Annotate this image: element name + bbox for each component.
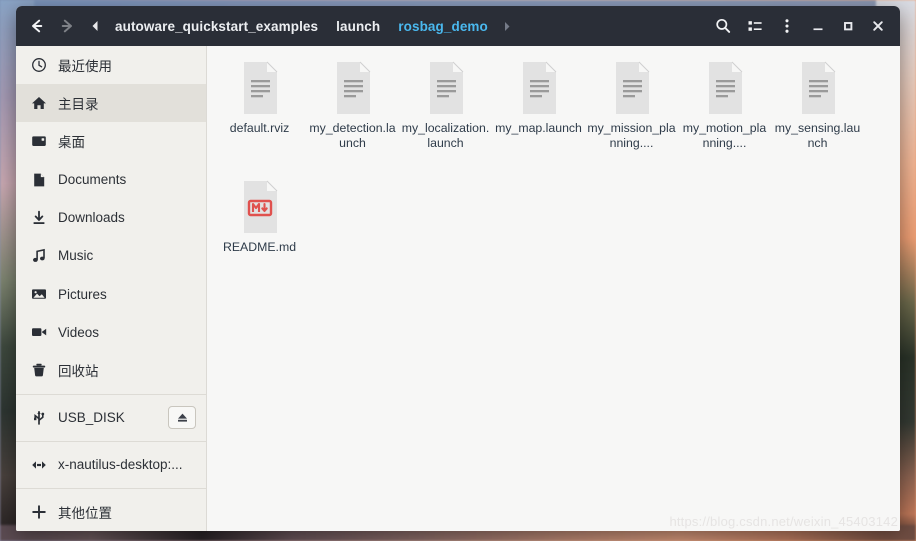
sidebar-divider bbox=[16, 393, 206, 395]
file-item[interactable]: my_detection.launch bbox=[306, 54, 399, 159]
sidebar-item-documents[interactable]: Documents bbox=[16, 161, 206, 199]
file-name-label: my_mission_planning.... bbox=[587, 121, 676, 150]
forward-arrow-icon bbox=[61, 19, 72, 33]
document-icon bbox=[30, 172, 47, 188]
desktop-icon bbox=[30, 133, 47, 149]
breadcrumb-item-2[interactable]: rosbag_demo bbox=[389, 15, 497, 38]
trash-icon bbox=[30, 362, 47, 378]
sidebar-item-label: Pictures bbox=[58, 286, 107, 302]
file-item[interactable]: my_mission_planning.... bbox=[585, 54, 678, 159]
breadcrumb-item-0[interactable]: autoware_quickstart_examples bbox=[106, 15, 327, 38]
file-item[interactable]: my_motion_planning.... bbox=[678, 54, 771, 159]
text-file-icon bbox=[329, 60, 377, 116]
sidebar-item-label: 桌面 bbox=[58, 135, 85, 151]
file-manager-window: autoware_quickstart_examples launch rosb… bbox=[16, 6, 900, 531]
sidebar-divider bbox=[16, 440, 206, 442]
watermark-text: https://blog.csdn.net/weixin_45403142 bbox=[669, 514, 898, 529]
sidebar-item-desktop[interactable]: 桌面 bbox=[16, 122, 206, 160]
breadcrumb: autoware_quickstart_examples launch rosb… bbox=[84, 15, 708, 38]
window-body: 最近使用 主目录 桌面 Documents Downloads Music Pi… bbox=[16, 46, 900, 531]
places-sidebar: 最近使用 主目录 桌面 Documents Downloads Music Pi… bbox=[16, 46, 207, 531]
music-note-icon bbox=[30, 248, 47, 264]
header-actions bbox=[708, 11, 892, 41]
usb-icon bbox=[30, 410, 47, 426]
kebab-menu-icon bbox=[785, 19, 789, 33]
breadcrumb-scroll-left[interactable] bbox=[84, 20, 106, 32]
file-name-label: my_detection.launch bbox=[309, 121, 396, 150]
sidebar-item-label: Downloads bbox=[58, 210, 125, 226]
close-button[interactable] bbox=[864, 12, 892, 40]
eject-button[interactable] bbox=[168, 406, 196, 430]
text-file-icon bbox=[701, 60, 749, 116]
minimize-button[interactable] bbox=[804, 12, 832, 40]
file-item[interactable]: default.rviz bbox=[213, 54, 306, 159]
file-grid: default.rviz my_detection.launch my_loca… bbox=[207, 46, 900, 263]
sidebar-item-music[interactable]: Music bbox=[16, 237, 206, 275]
sidebar-item-label: Music bbox=[58, 248, 94, 264]
sidebar-item-pictures[interactable]: Pictures bbox=[16, 275, 206, 313]
file-name-label: my_localization.launch bbox=[401, 121, 490, 150]
header-bar: autoware_quickstart_examples launch rosb… bbox=[16, 6, 900, 46]
file-item[interactable] bbox=[213, 159, 894, 173]
sidebar-item-nautilus-desktop[interactable]: x-nautilus-desktop:... bbox=[16, 446, 206, 484]
sidebar-item-label: 其他位置 bbox=[58, 505, 112, 521]
file-list-view[interactable]: default.rviz my_detection.launch my_loca… bbox=[207, 46, 900, 531]
back-button[interactable] bbox=[22, 11, 52, 41]
view-options-button[interactable] bbox=[740, 11, 770, 41]
sidebar-item-label: x-nautilus-desktop:... bbox=[58, 457, 183, 473]
sidebar-item-videos[interactable]: Videos bbox=[16, 313, 206, 351]
eject-icon bbox=[177, 413, 187, 422]
sidebar-item-usb-disk[interactable]: USB_DISK bbox=[16, 399, 206, 437]
close-icon bbox=[873, 21, 883, 31]
markdown-file-icon bbox=[236, 179, 284, 235]
picture-icon bbox=[30, 286, 47, 302]
home-icon bbox=[30, 95, 47, 111]
video-camera-icon bbox=[30, 324, 47, 340]
sidebar-item-label: 最近使用 bbox=[58, 59, 112, 75]
sidebar-item-label: USB_DISK bbox=[58, 410, 125, 426]
sidebar-item-label: Documents bbox=[58, 172, 127, 188]
file-item[interactable]: README.md bbox=[213, 173, 306, 263]
sidebar-item-label: 主目录 bbox=[58, 97, 99, 113]
text-file-icon bbox=[515, 60, 563, 116]
text-file-icon bbox=[236, 60, 284, 116]
sidebar-item-label: Videos bbox=[58, 324, 100, 340]
text-file-icon bbox=[794, 60, 842, 116]
file-item[interactable]: my_localization.launch bbox=[399, 54, 492, 159]
maximize-icon bbox=[844, 22, 853, 31]
file-name-label: my_motion_planning.... bbox=[682, 121, 767, 150]
sidebar-item-label: 回收站 bbox=[58, 364, 99, 380]
file-name-label: README.md bbox=[222, 240, 297, 254]
sidebar-divider bbox=[16, 487, 206, 489]
forward-button[interactable] bbox=[52, 11, 82, 41]
sidebar-item-trash[interactable]: 回收站 bbox=[16, 351, 206, 389]
list-view-icon bbox=[748, 21, 762, 31]
search-button[interactable] bbox=[708, 11, 738, 41]
back-arrow-icon bbox=[32, 19, 43, 33]
clock-icon bbox=[30, 57, 47, 73]
sidebar-item-recent[interactable]: 最近使用 bbox=[16, 46, 206, 84]
sidebar-item-other-locations[interactable]: 其他位置 bbox=[16, 493, 206, 531]
file-item[interactable]: my_sensing.launch bbox=[771, 54, 864, 159]
file-name-label: default.rviz bbox=[229, 121, 290, 135]
breadcrumb-scroll-right[interactable] bbox=[497, 21, 517, 32]
maximize-button[interactable] bbox=[834, 12, 862, 40]
text-file-icon bbox=[608, 60, 656, 116]
file-name-label: my_map.launch bbox=[495, 121, 582, 135]
chevron-right-icon bbox=[504, 21, 510, 31]
breadcrumb-item-1[interactable]: launch bbox=[327, 15, 389, 38]
plus-icon bbox=[30, 504, 47, 520]
text-file-icon bbox=[422, 60, 470, 116]
file-name-label: my_sensing.launch bbox=[774, 121, 861, 150]
file-item[interactable]: my_map.launch bbox=[492, 54, 585, 159]
chevron-left-icon bbox=[92, 21, 97, 31]
minimize-icon bbox=[813, 28, 823, 31]
sidebar-item-downloads[interactable]: Downloads bbox=[16, 199, 206, 237]
menu-button[interactable] bbox=[772, 11, 802, 41]
network-icon bbox=[30, 457, 47, 473]
search-icon bbox=[716, 18, 731, 33]
sidebar-item-home[interactable]: 主目录 bbox=[16, 84, 206, 123]
download-icon bbox=[30, 210, 47, 226]
